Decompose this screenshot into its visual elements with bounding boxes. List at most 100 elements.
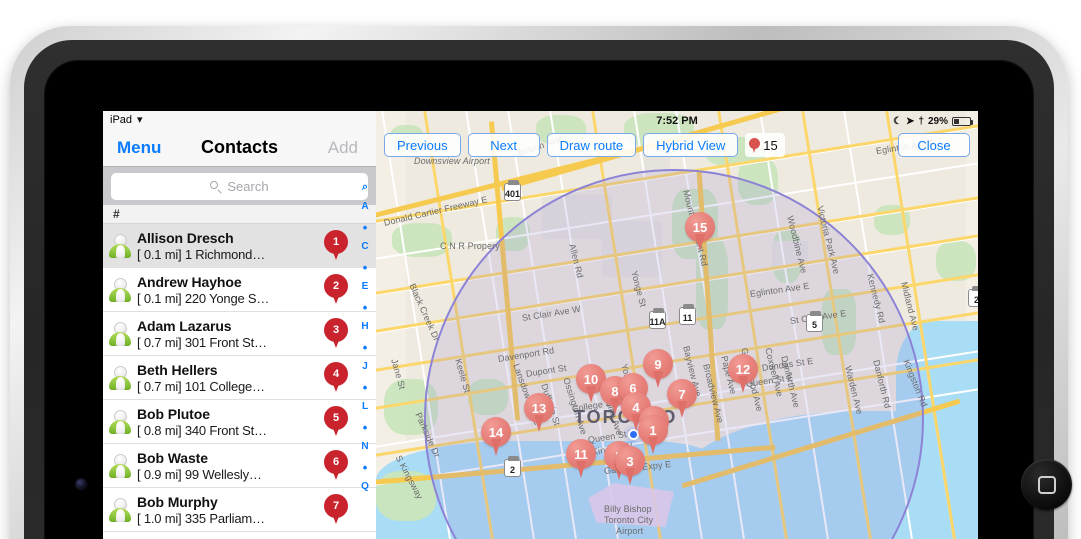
contact-pin-badge[interactable]: 6 — [324, 450, 348, 482]
map-street-label: Toronto City — [604, 515, 654, 525]
avatar-icon — [109, 365, 131, 390]
contact-pin-badge[interactable]: 4 — [324, 362, 348, 394]
index-letter[interactable]: E — [362, 277, 369, 297]
contact-address: [ 0.9 mi] 99 Wellesly… — [137, 466, 262, 482]
search-icon — [210, 180, 223, 195]
map-canvas[interactable]: Downsview Airport Donald Cartier Freeway … — [376, 111, 978, 539]
contact-address: [ 0.8 mi] 340 Front St… — [137, 422, 267, 438]
index-letter[interactable]: H — [361, 317, 368, 337]
contact-text: Adam Lazarus[ 0.7 mi] 301 Front St… — [137, 318, 267, 350]
contact-pin-number: 6 — [332, 456, 340, 468]
map-route-shield: 401 — [504, 180, 521, 201]
map-pin-number: 14 — [488, 424, 504, 440]
contact-row[interactable]: Bob Waste[ 0.9 mi] 99 Wellesly… 6 — [103, 444, 376, 488]
contact-name: Beth Hellers — [137, 361, 218, 378]
contact-address: [ 0.7 mi] 301 Front St… — [137, 334, 267, 350]
map-street-label: Billy Bishop — [604, 504, 652, 514]
contact-pin-badge[interactable]: 2 — [324, 274, 348, 306]
map-panel[interactable]: Downsview Airport Donald Cartier Freeway … — [376, 111, 978, 539]
search-input[interactable]: Search — [111, 172, 368, 200]
index-search-icon[interactable]: ⌕ — [362, 177, 368, 197]
right-status-bar: 7:52 PM ☾ ➤ † 29% — [376, 111, 978, 131]
contact-text: Bob Murphy[ 1.0 mi] 335 Parliam… — [137, 494, 265, 526]
avatar-icon — [109, 321, 131, 346]
contact-row[interactable]: Andrew Hayhoe[ 0.1 mi] 220 Yonge S… 2 — [103, 268, 376, 312]
index-letter[interactable]: • — [363, 457, 368, 477]
previous-button[interactable]: Previous — [384, 133, 461, 157]
contact-row[interactable]: Beth Hellers[ 0.7 mi] 101 College… 4 — [103, 356, 376, 400]
map-street-label: C N R Propery — [440, 241, 500, 251]
map-pin[interactable]: 14 — [481, 417, 511, 457]
contact-pin-number: 3 — [332, 324, 340, 336]
contact-text: Beth Hellers[ 0.7 mi] 101 College… — [137, 362, 265, 394]
map-pin[interactable]: 15 — [685, 212, 715, 252]
battery-percent-label: 29% — [927, 115, 948, 127]
contact-pin-number: 1 — [332, 236, 340, 248]
moon-icon: ☾ — [893, 115, 903, 127]
contact-text: Bob Waste[ 0.9 mi] 99 Wellesly… — [137, 450, 262, 482]
contact-pin-number: 2 — [332, 280, 340, 292]
contact-pin-badge[interactable]: 5 — [324, 406, 348, 438]
contact-name: Bob Murphy — [137, 493, 218, 510]
battery-icon — [952, 116, 973, 126]
contacts-list[interactable]: Allison Dresch[ 0.1 mi] 1 Richmond… 1 Andr… — [103, 224, 376, 532]
map-pin[interactable]: 3 — [615, 446, 645, 486]
contact-pin-badge[interactable]: 1 — [324, 230, 348, 262]
map-route-shield: 2 — [504, 456, 521, 477]
contact-name: Bob Plutoe — [137, 405, 210, 422]
next-button[interactable]: Next — [467, 133, 540, 157]
pin-count-label: 15 — [763, 137, 778, 153]
index-letter[interactable]: N — [361, 437, 368, 457]
index-letter[interactable]: J — [362, 357, 368, 377]
index-letter[interactable]: Q — [361, 477, 369, 497]
index-letter[interactable]: • — [363, 337, 368, 357]
contact-pin-badge[interactable]: 7 — [324, 494, 348, 526]
map-pin[interactable]: 13 — [524, 393, 554, 433]
contact-row[interactable]: Allison Dresch[ 0.1 mi] 1 Richmond… 1 — [103, 224, 376, 268]
map-toolbar: Previous Next Draw route Hybrid View 15 … — [376, 130, 978, 160]
map-pin-number: 7 — [678, 386, 686, 402]
contact-address: [ 0.1 mi] 220 Yonge S… — [137, 290, 270, 306]
contact-row[interactable]: Bob Murphy[ 1.0 mi] 335 Parliam… 7 — [103, 488, 376, 532]
index-letter[interactable]: • — [363, 297, 368, 317]
index-letter[interactable]: L — [362, 397, 368, 417]
section-header: # — [103, 205, 376, 224]
add-button[interactable]: Add — [328, 138, 358, 158]
index-letter[interactable]: A — [361, 197, 368, 217]
status-right-cluster: ☾ ➤ † 29% — [893, 115, 973, 127]
map-pin-number: 3 — [626, 453, 634, 469]
left-status-bar: iPad ▾ — [103, 111, 376, 129]
contact-text: Bob Plutoe[ 0.8 mi] 340 Front St… — [137, 406, 267, 438]
clock-label: 7:52 PM — [656, 115, 698, 127]
map-pin[interactable]: 7 — [667, 379, 697, 419]
hybrid-view-button[interactable]: Hybrid View — [643, 133, 739, 157]
map-pin-icon — [749, 137, 761, 153]
map-route-shield: 2 — [968, 286, 978, 307]
contact-row[interactable]: Bob Plutoe[ 0.8 mi] 340 Front St… 5 — [103, 400, 376, 444]
index-letter[interactable]: • — [363, 257, 368, 277]
search-placeholder: Search — [227, 178, 269, 194]
contact-row[interactable]: Adam Lazarus[ 0.7 mi] 301 Front St… 3 — [103, 312, 376, 356]
avatar-icon — [109, 277, 131, 302]
index-letter[interactable]: • — [363, 377, 368, 397]
map-pin[interactable]: 12 — [728, 354, 758, 394]
map-street-label: Airport — [616, 526, 644, 536]
index-letter[interactable]: • — [363, 217, 368, 237]
home-button[interactable] — [1021, 459, 1072, 510]
avatar-icon — [109, 497, 131, 522]
menu-button[interactable]: Menu — [117, 138, 161, 158]
contact-pin-number: 7 — [332, 500, 340, 512]
close-button[interactable]: Close — [898, 133, 970, 157]
index-letter[interactable]: C — [361, 237, 368, 257]
avatar-icon — [109, 233, 131, 258]
screenshot-root: iPad ▾ Menu Contacts Add Search # Alliso… — [0, 0, 1081, 539]
alphabet-index[interactable]: ⌕ A • C • E • H • J • L • N • Q — [354, 168, 376, 539]
draw-route-button[interactable]: Draw route — [546, 133, 637, 157]
home-square-icon — [1037, 475, 1056, 494]
map-pin[interactable]: 11 — [566, 439, 596, 479]
map-pin-number: 9 — [654, 356, 662, 372]
contact-pin-badge[interactable]: 3 — [324, 318, 348, 350]
map-route-shield: 5 — [806, 311, 823, 332]
index-letter[interactable]: • — [363, 417, 368, 437]
map-pin-number: 1 — [649, 422, 657, 438]
